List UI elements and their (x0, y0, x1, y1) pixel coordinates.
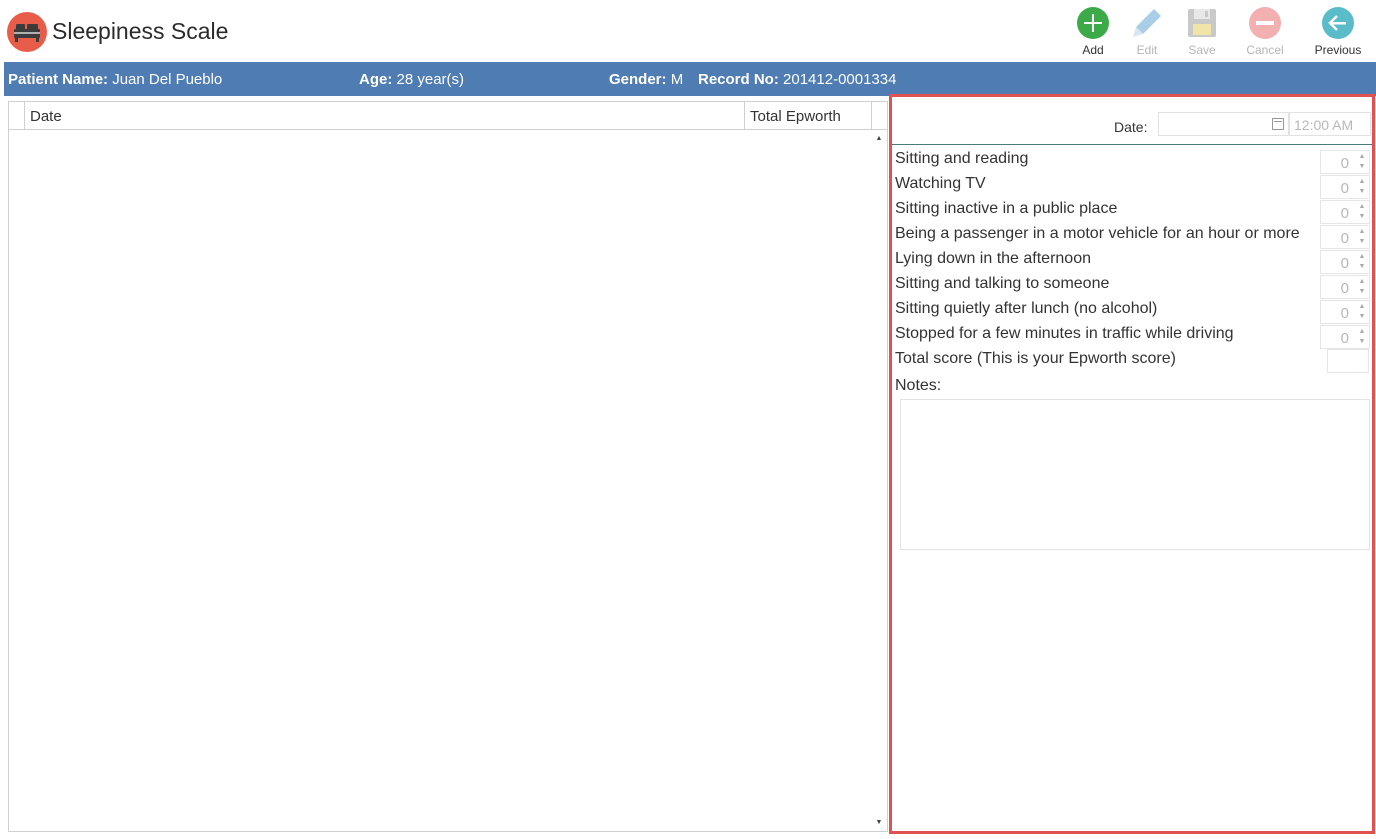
patient-gender: Gender: M (609, 71, 683, 88)
spin-arrows-icon[interactable]: ▲ ▼ (1357, 227, 1367, 247)
question-row: Watching TV 0 ▲ ▼ (895, 173, 1371, 199)
patient-record: Record No: 201412-0001334 (698, 71, 896, 88)
score-value: 0 (1340, 205, 1349, 222)
spin-arrows-icon[interactable]: ▲ ▼ (1357, 327, 1367, 347)
total-score-field (1327, 349, 1369, 373)
score-stepper[interactable]: 0 ▲ ▼ (1320, 250, 1370, 274)
score-stepper[interactable]: 0 ▲ ▼ (1320, 275, 1370, 299)
cancel-label: Cancel (1246, 43, 1284, 57)
save-button[interactable]: Save (1172, 5, 1232, 59)
question-row: Sitting and reading 0 ▲ ▼ (895, 148, 1371, 174)
notes-textarea[interactable] (900, 399, 1370, 550)
page-title: Sleepiness Scale (52, 18, 229, 44)
date-row: Date: 12:00 AM (892, 97, 1372, 145)
question-label: Sitting and reading (895, 150, 1029, 167)
date-label: Date: (1114, 119, 1148, 135)
date-input[interactable] (1158, 112, 1289, 136)
spin-arrows-icon[interactable]: ▲ ▼ (1357, 202, 1367, 222)
patient-record-label: Record No: (698, 71, 779, 88)
question-label: Lying down in the afternoon (895, 250, 1091, 267)
plus-circle-icon (1077, 7, 1109, 39)
add-button[interactable]: Add (1063, 5, 1123, 59)
grid-header: Date Total Epworth (9, 102, 887, 130)
spin-arrows-icon[interactable]: ▲ ▼ (1357, 252, 1367, 272)
patient-info-bar: Patient Name: Juan Del Pueblo Age: 28 ye… (4, 62, 1376, 96)
score-value: 0 (1340, 280, 1349, 297)
previous-label: Previous (1314, 43, 1362, 57)
score-value: 0 (1340, 180, 1349, 197)
patient-name-label: Patient Name: (8, 71, 109, 88)
epworth-form-panel: Date: 12:00 AM Sitting and reading 0 ▲ ▼ … (889, 94, 1375, 834)
score-value: 0 (1340, 305, 1349, 322)
question-label: Stopped for a few minutes in traffic whi… (895, 325, 1234, 342)
spin-arrows-icon[interactable]: ▲ ▼ (1357, 177, 1367, 197)
score-stepper[interactable]: 0 ▲ ▼ (1320, 150, 1370, 174)
calendar-icon[interactable] (1272, 118, 1284, 130)
minus-circle-icon (1249, 7, 1281, 39)
question-label: Sitting quietly after lunch (no alcohol) (895, 300, 1158, 317)
save-label: Save (1188, 43, 1216, 57)
records-grid[interactable]: Date Total Epworth ▲ ▼ (8, 101, 888, 832)
add-label: Add (1082, 43, 1104, 57)
question-label: Sitting inactive in a public place (895, 200, 1118, 217)
spin-arrows-icon[interactable]: ▲ ▼ (1357, 277, 1367, 297)
app-header: Sleepiness Scale Add Edit Save Cancel Pr… (0, 0, 1376, 61)
total-score-label: Total score (This is your Epworth score) (895, 350, 1176, 367)
question-label: Watching TV (895, 175, 986, 192)
arrow-left-circle-icon (1322, 7, 1354, 39)
question-row: Sitting and talking to someone 0 ▲ ▼ (895, 273, 1371, 299)
score-value: 0 (1340, 255, 1349, 272)
bed-icon (7, 12, 47, 52)
scroll-up-arrow-icon[interactable]: ▲ (872, 133, 886, 145)
patient-name-value: Juan Del Pueblo (112, 71, 223, 88)
edit-button[interactable]: Edit (1117, 5, 1177, 59)
patient-gender-label: Gender: (609, 71, 667, 88)
spin-arrows-icon[interactable]: ▲ ▼ (1357, 152, 1367, 172)
floppy-disk-icon (1188, 9, 1216, 37)
column-header-date[interactable]: Date (26, 102, 745, 129)
score-stepper[interactable]: 0 ▲ ▼ (1320, 175, 1370, 199)
score-value: 0 (1340, 155, 1349, 172)
score-value: 0 (1340, 330, 1349, 347)
column-header-total-epworth[interactable]: Total Epworth (746, 102, 872, 129)
pencil-icon (1133, 9, 1161, 37)
edit-label: Edit (1136, 43, 1158, 57)
total-score-row: Total score (This is your Epworth score) (895, 348, 1371, 373)
question-row: Stopped for a few minutes in traffic whi… (895, 323, 1371, 349)
notes-label: Notes: (895, 377, 942, 394)
time-input[interactable]: 12:00 AM (1289, 112, 1371, 136)
question-label: Being a passenger in a motor vehicle for… (895, 225, 1300, 242)
patient-age: Age: 28 year(s) (359, 71, 464, 88)
spin-arrows-icon[interactable]: ▲ ▼ (1357, 302, 1367, 322)
patient-age-value: 28 year(s) (396, 71, 465, 88)
question-row: Being a passenger in a motor vehicle for… (895, 223, 1371, 249)
cancel-button[interactable]: Cancel (1235, 5, 1295, 59)
score-stepper[interactable]: 0 ▲ ▼ (1320, 300, 1370, 324)
patient-gender-value: M (670, 71, 684, 88)
score-stepper[interactable]: 0 ▲ ▼ (1320, 325, 1370, 349)
patient-name: Patient Name: Juan Del Pueblo (8, 71, 222, 88)
score-value: 0 (1340, 230, 1349, 247)
patient-age-label: Age: (359, 71, 393, 88)
patient-record-value: 201412-0001334 (783, 71, 897, 88)
score-stepper[interactable]: 0 ▲ ▼ (1320, 200, 1370, 224)
row-indicator-header (9, 102, 25, 129)
question-label: Sitting and talking to someone (895, 275, 1110, 292)
question-row: Lying down in the afternoon 0 ▲ ▼ (895, 248, 1371, 274)
scroll-down-arrow-icon[interactable]: ▼ (872, 817, 886, 829)
question-row: Sitting inactive in a public place 0 ▲ ▼ (895, 198, 1371, 224)
question-row: Sitting quietly after lunch (no alcohol)… (895, 298, 1371, 324)
previous-button[interactable]: Previous (1308, 5, 1368, 59)
score-stepper[interactable]: 0 ▲ ▼ (1320, 225, 1370, 249)
